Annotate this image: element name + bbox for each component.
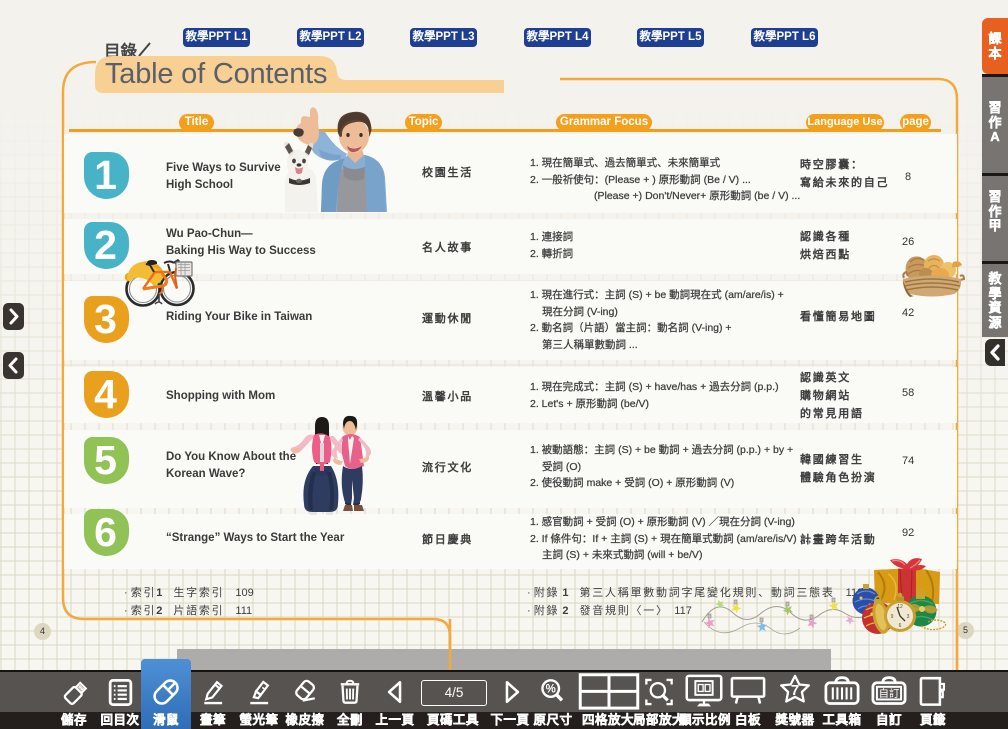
svg-text:7: 7 bbox=[791, 682, 799, 699]
svg-text:%: % bbox=[546, 684, 556, 696]
svg-text:自訂: 自訂 bbox=[879, 687, 900, 700]
